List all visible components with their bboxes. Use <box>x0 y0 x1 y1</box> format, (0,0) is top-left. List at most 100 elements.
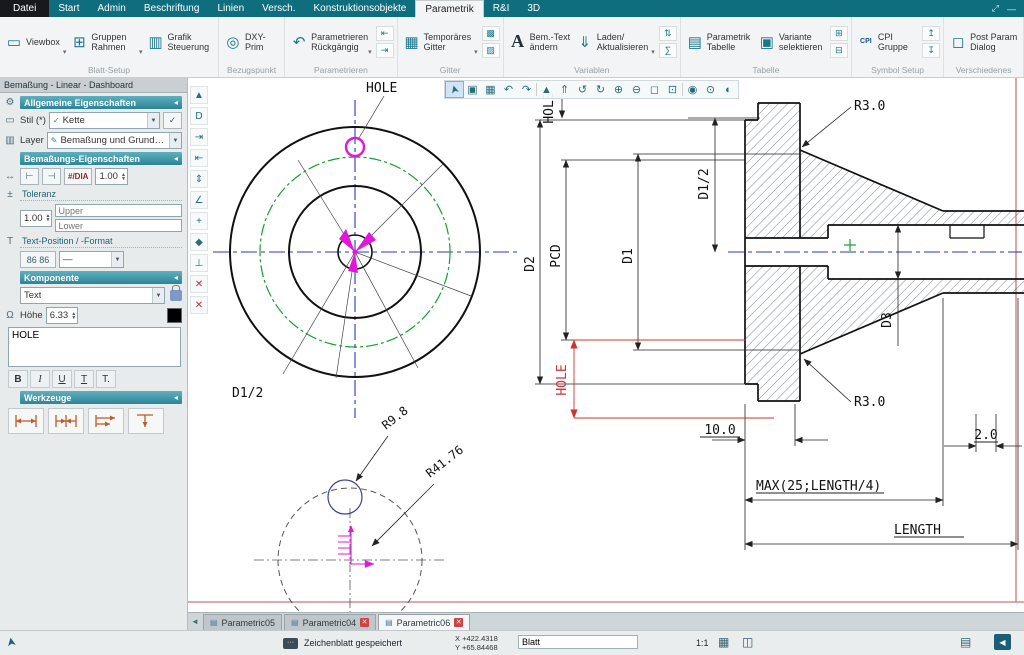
zoom-window-button[interactable]: ◻ <box>646 82 663 97</box>
grafik-steuerung-button[interactable]: ▥ Grafik Steuerung <box>145 20 215 64</box>
upper-tolerance-field[interactable] <box>55 204 182 217</box>
magnifier-button[interactable]: ⊙ <box>702 82 719 97</box>
parametrieren-rueckgaengig-button[interactable]: ↶ Parametrieren Rückgängig ▾ <box>288 20 374 64</box>
dim-horizontal-button[interactable]: ⇥ <box>190 128 208 146</box>
undo-button[interactable]: ↶ <box>500 82 517 97</box>
tool-linear-dim-button[interactable] <box>8 408 44 434</box>
subscript-button[interactable]: T. <box>96 370 116 388</box>
tabelle-aux-1-icon[interactable]: ⊞ <box>830 26 848 41</box>
drawing-svg[interactable]: HOLE D1/2 <box>188 78 1024 612</box>
redo-button[interactable]: ↷ <box>518 82 535 97</box>
param-aux-1-icon[interactable]: ⇤ <box>376 26 394 41</box>
dim-datum-button[interactable]: D <box>190 107 208 125</box>
variante-selektieren-button[interactable]: ▣ Variante selektieren <box>756 20 828 64</box>
menu-beschriftung[interactable]: Beschriftung <box>135 0 209 17</box>
spinner-arrows-icon[interactable]: ▲▼ <box>46 214 51 222</box>
menu-start[interactable]: Start <box>49 0 88 17</box>
select-tool-button[interactable]: ➤ <box>446 82 463 97</box>
expand-icon[interactable]: ⤢ <box>992 3 999 14</box>
overline-button[interactable]: T <box>74 370 94 388</box>
collapse-icon[interactable]: ◂ <box>174 98 178 107</box>
spinner-arrows-icon[interactable]: ▲▼ <box>121 173 126 181</box>
pan-button[interactable]: ⇑ <box>556 82 573 97</box>
lock-icon[interactable] <box>170 290 182 301</box>
spinner-arrows-icon[interactable]: ▲▼ <box>71 312 76 320</box>
zoom-in-button[interactable]: ⊕ <box>610 82 627 97</box>
menu-datei[interactable]: Datei <box>0 0 49 17</box>
pan-up-button[interactable]: ▲ <box>538 82 555 97</box>
bem-text-aendern-button[interactable]: A Bem.-Text ändern <box>507 20 574 64</box>
sheet-field[interactable] <box>518 635 638 649</box>
section-komponente[interactable]: Komponente ◂ <box>20 271 182 284</box>
tab-parametric06[interactable]: ▤ Parametric06 ✕ <box>378 614 470 630</box>
dimension-text-input[interactable]: HOLE <box>8 327 181 367</box>
komponente-type-dropdown[interactable]: Text ▼ <box>20 287 165 304</box>
text-color-swatch[interactable] <box>167 308 182 323</box>
chevron-down-icon[interactable]: ▼ <box>152 288 164 303</box>
tab-nav-icon[interactable]: ◄ <box>191 617 199 626</box>
tool-baseline-dim-button[interactable] <box>88 408 124 434</box>
section-werkzeuge[interactable]: Werkzeuge ◂ <box>20 391 182 404</box>
chevron-down-icon[interactable]: ▼ <box>147 113 159 128</box>
gitter-aux-2-icon[interactable]: ▨ <box>482 43 500 58</box>
hoehe-stepper[interactable]: 6.33 ▲▼ <box>46 307 78 324</box>
variablen-aux-2-icon[interactable]: ∑ <box>659 43 677 58</box>
italic-button[interactable]: I <box>30 370 50 388</box>
dim-offset-stepper[interactable]: 1.00 ▲▼ <box>95 168 127 185</box>
grid-toggle-icon[interactable]: ▦ <box>718 635 729 649</box>
display-options-button[interactable]: ◐ <box>720 82 737 97</box>
cpi-aux-2-icon[interactable]: ↧ <box>922 43 940 58</box>
dim-perp-button[interactable]: ⊥ <box>190 254 208 272</box>
delete-all-button[interactable]: ✕ <box>190 296 208 314</box>
dia-prefix-button[interactable]: #/DIA <box>64 168 92 185</box>
cpi-aux-1-icon[interactable]: ↥ <box>922 26 940 41</box>
layer-dropdown[interactable]: ✎ Bemaßung und Grundlinien ▼ <box>47 132 182 149</box>
tabelle-aux-2-icon[interactable]: ⊟ <box>830 43 848 58</box>
menu-versch[interactable]: Versch. <box>253 0 304 17</box>
gruppen-rahmen-button[interactable]: ⊞ Gruppen Rahmen ▾ <box>68 20 144 64</box>
param-aux-2-icon[interactable]: ⇥ <box>376 43 394 58</box>
dim-diamond-button[interactable]: ◆ <box>190 233 208 251</box>
dim-vertical-button[interactable]: ⇕ <box>190 170 208 188</box>
zoom-previous-button[interactable]: ◉ <box>684 82 701 97</box>
menu-parametrik[interactable]: Parametrik <box>415 0 483 17</box>
dim-right-terminator-button[interactable]: ⊣ <box>42 168 61 185</box>
underline-button[interactable]: U <box>52 370 72 388</box>
stil-apply-button[interactable]: ✓ <box>163 112 182 129</box>
gitter-aux-1-icon[interactable]: ▩ <box>482 26 500 41</box>
parametrik-tabelle-button[interactable]: ▤ Parametrik Tabelle <box>684 20 756 64</box>
collapse-icon[interactable]: ◂ <box>174 393 178 402</box>
temporaeres-gitter-button[interactable]: ▦ Temporäres Gitter ▾ <box>401 20 480 64</box>
post-param-dialog-button[interactable]: ◻ Post Param Dialog <box>947 20 1020 64</box>
zoom-out-button[interactable]: ⊖ <box>628 82 645 97</box>
dim-baseline-button[interactable]: ⇤ <box>190 149 208 167</box>
toleranz-header[interactable]: Toleranz <box>20 188 182 201</box>
stil-dropdown[interactable]: ✓ Kette ▼ <box>49 112 160 129</box>
dim-add-button[interactable]: + <box>190 212 208 230</box>
dim-angle-button[interactable]: ∠ <box>190 191 208 209</box>
tab-parametric05[interactable]: ▤ Parametric05 <box>203 614 282 630</box>
delete-dim-button[interactable]: ✕ <box>190 275 208 293</box>
menu-konstruktionsobjekte[interactable]: Konstruktionsobjekte <box>305 0 416 17</box>
text-format-dropdown[interactable]: — ▼ <box>59 251 124 268</box>
variablen-aux-1-icon[interactable]: ⇅ <box>659 26 677 41</box>
printer-icon[interactable]: ▤ <box>960 635 971 649</box>
collapse-icon[interactable]: ◂ <box>174 273 178 282</box>
menu-3d[interactable]: 3D <box>518 0 549 17</box>
drawing-canvas[interactable]: HOLE D1/2 <box>188 78 1024 612</box>
grid-display-button[interactable]: ▦ <box>482 82 499 97</box>
text-position-button[interactable]: 86 86 <box>20 251 56 268</box>
menu-ri[interactable]: R&I <box>484 0 519 17</box>
section-allgemeine-eigenschaften[interactable]: Allgemeine Eigenschaften ◂ <box>20 96 182 109</box>
tool-vertical-dim-button[interactable] <box>128 408 164 434</box>
tool-chain-dim-button[interactable] <box>48 408 84 434</box>
cursor-mode-icon[interactable]: ➤ <box>3 636 19 648</box>
rotate-ccw-button[interactable]: ↺ <box>574 82 591 97</box>
menu-admin[interactable]: Admin <box>88 0 134 17</box>
panel-toggle-icon[interactable]: ◀ <box>994 634 1011 650</box>
bold-button[interactable]: B <box>8 370 28 388</box>
chevron-down-icon[interactable]: ▼ <box>169 133 181 148</box>
collapse-icon[interactable]: ◂ <box>174 154 178 163</box>
tab-parametric04[interactable]: ▤ Parametric04 ✕ <box>284 614 376 630</box>
chevron-down-icon[interactable]: ▼ <box>111 252 123 267</box>
